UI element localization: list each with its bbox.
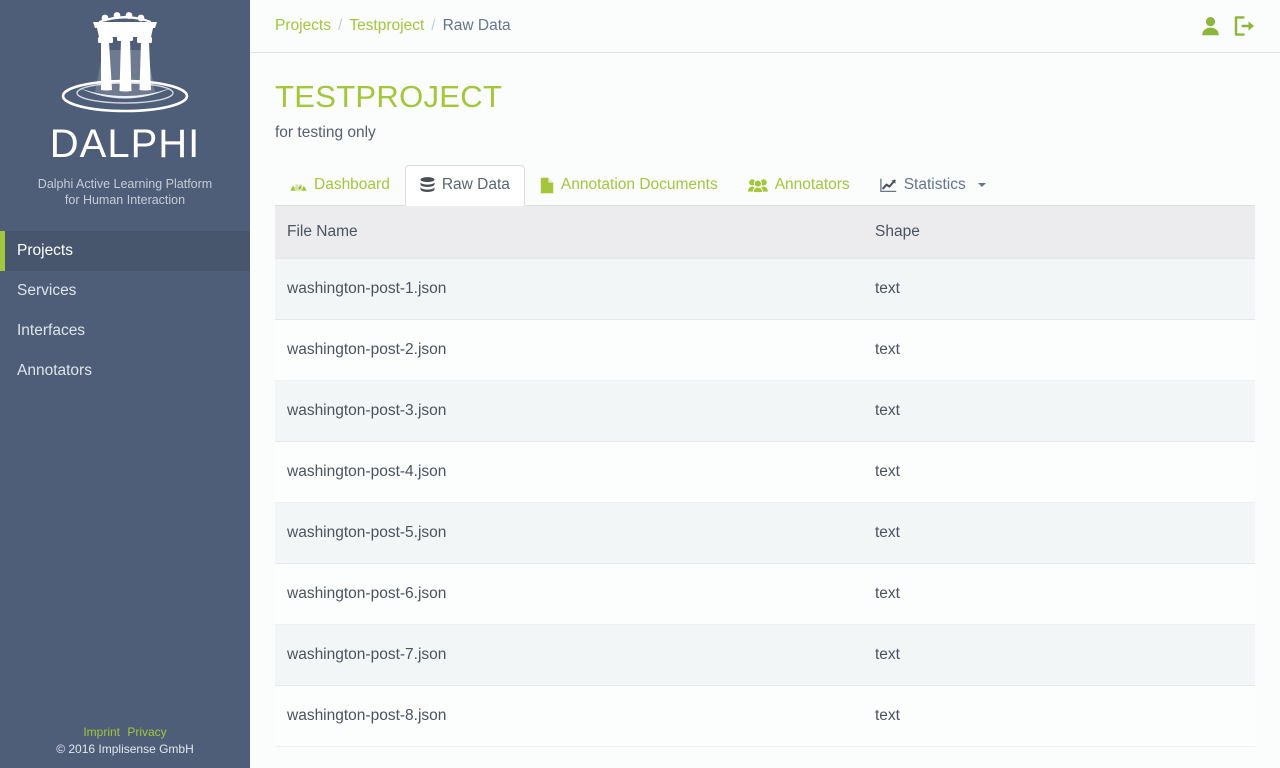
sidebar-item-services[interactable]: Services	[0, 271, 250, 311]
sidebar-item-annotators[interactable]: Annotators	[0, 351, 250, 391]
tab-statistics-label: Statistics	[903, 176, 966, 193]
brand-name: DALPHI	[49, 122, 201, 166]
table-row[interactable]: washington-post-5.json text	[275, 502, 1255, 564]
cell-shape: text	[863, 441, 1255, 503]
breadcrumb-item-projects[interactable]: Projects	[275, 17, 331, 35]
user-icon[interactable]	[1201, 16, 1220, 36]
page-subtitle: for testing only	[275, 124, 376, 141]
table-row[interactable]: washington-post-7.json text	[275, 624, 1255, 686]
greek-temple-logo-icon	[0, 6, 250, 118]
sidebar-item-projects[interactable]: Projects	[0, 231, 250, 271]
tab-bar: Dashboard Raw Data Annotation Documents …	[275, 165, 1255, 206]
topbar: Projects / Testproject / Raw Data	[250, 0, 1280, 53]
breadcrumb-separator: /	[431, 17, 436, 34]
column-header-file-name: File Name	[275, 206, 863, 259]
brand-tagline: Dalphi Active Learning Platform for Huma…	[0, 176, 250, 208]
sidebar-item-interfaces[interactable]: Interfaces	[0, 311, 250, 351]
raw-data-table: File Name Shape washington-post-1.json t…	[275, 206, 1255, 747]
page-title: TESTPROJECT	[275, 79, 503, 114]
tab-annotation-documents-label: Annotation Documents	[560, 176, 718, 193]
cell-shape: text	[863, 258, 1255, 320]
table-row[interactable]: washington-post-2.json text	[275, 319, 1255, 381]
database-icon	[420, 176, 435, 194]
main-area: Projects / Testproject / Raw Data TESTPR…	[250, 0, 1280, 768]
tab-raw-data-label: Raw Data	[441, 176, 510, 193]
brand-tagline-line2: for Human Interaction	[64, 193, 186, 207]
cell-shape: text	[863, 380, 1255, 442]
table-header-row: File Name Shape	[275, 206, 1255, 259]
tab-dashboard[interactable]: Dashboard	[275, 165, 405, 206]
cell-file-name: washington-post-2.json	[275, 319, 863, 381]
table-row[interactable]: washington-post-1.json text	[275, 258, 1255, 320]
copyright-text: © 2016 Implisense GmbH	[56, 742, 194, 756]
line-chart-icon	[879, 178, 897, 193]
privacy-link[interactable]: Privacy	[127, 725, 166, 739]
breadcrumb: Projects / Testproject / Raw Data	[275, 17, 511, 35]
cell-shape: text	[863, 624, 1255, 686]
table-row[interactable]: washington-post-4.json text	[275, 441, 1255, 503]
breadcrumb-item-testproject[interactable]: Testproject	[349, 17, 424, 35]
sidebar-footer: Imprint Privacy © 2016 Implisense GmbH	[0, 724, 250, 758]
chevron-down-icon	[977, 183, 986, 187]
file-icon	[540, 177, 554, 194]
users-icon	[747, 178, 768, 193]
sidebar-nav: Projects Services Interfaces Annotators	[0, 231, 250, 391]
imprint-link[interactable]: Imprint	[83, 725, 120, 739]
cell-file-name: washington-post-3.json	[275, 380, 863, 442]
app-root: DALPHI Dalphi Active Learning Platform f…	[0, 0, 1280, 768]
table-row[interactable]: washington-post-3.json text	[275, 380, 1255, 442]
content: TESTPROJECT for testing only Dashboard R…	[250, 53, 1280, 768]
breadcrumb-separator: /	[338, 17, 343, 34]
cell-shape: text	[863, 685, 1255, 747]
column-header-shape: Shape	[863, 206, 1255, 259]
cell-shape: text	[863, 563, 1255, 625]
tab-annotation-documents[interactable]: Annotation Documents	[525, 165, 733, 206]
sidebar-footer-links: Imprint Privacy	[0, 724, 250, 741]
topbar-actions	[1201, 16, 1256, 36]
tab-annotators[interactable]: Annotators	[733, 165, 865, 206]
cell-file-name: washington-post-4.json	[275, 441, 863, 503]
table-head: File Name Shape	[275, 206, 1255, 259]
brand-block: DALPHI Dalphi Active Learning Platform f…	[0, 0, 250, 208]
cell-file-name: washington-post-7.json	[275, 624, 863, 686]
tab-annotators-label: Annotators	[774, 176, 850, 193]
cell-file-name: washington-post-6.json	[275, 563, 863, 625]
cell-file-name: washington-post-5.json	[275, 502, 863, 564]
breadcrumb-item-raw-data: Raw Data	[442, 17, 511, 34]
table-row[interactable]: washington-post-8.json text	[275, 685, 1255, 747]
cell-file-name: washington-post-8.json	[275, 685, 863, 747]
cell-shape: text	[863, 502, 1255, 564]
tab-statistics[interactable]: Statistics	[865, 165, 1001, 206]
tab-dashboard-label: Dashboard	[314, 176, 390, 193]
tab-raw-data[interactable]: Raw Data	[404, 165, 525, 206]
table-body: washington-post-1.json text washington-p…	[275, 258, 1255, 747]
sign-out-icon[interactable]	[1234, 16, 1256, 36]
cell-shape: text	[863, 319, 1255, 381]
table-row[interactable]: washington-post-6.json text	[275, 563, 1255, 625]
dashboard-icon	[290, 178, 307, 193]
sidebar: DALPHI Dalphi Active Learning Platform f…	[0, 0, 250, 768]
brand-tagline-line1: Dalphi Active Learning Platform	[37, 177, 213, 191]
cell-file-name: washington-post-1.json	[275, 258, 863, 320]
